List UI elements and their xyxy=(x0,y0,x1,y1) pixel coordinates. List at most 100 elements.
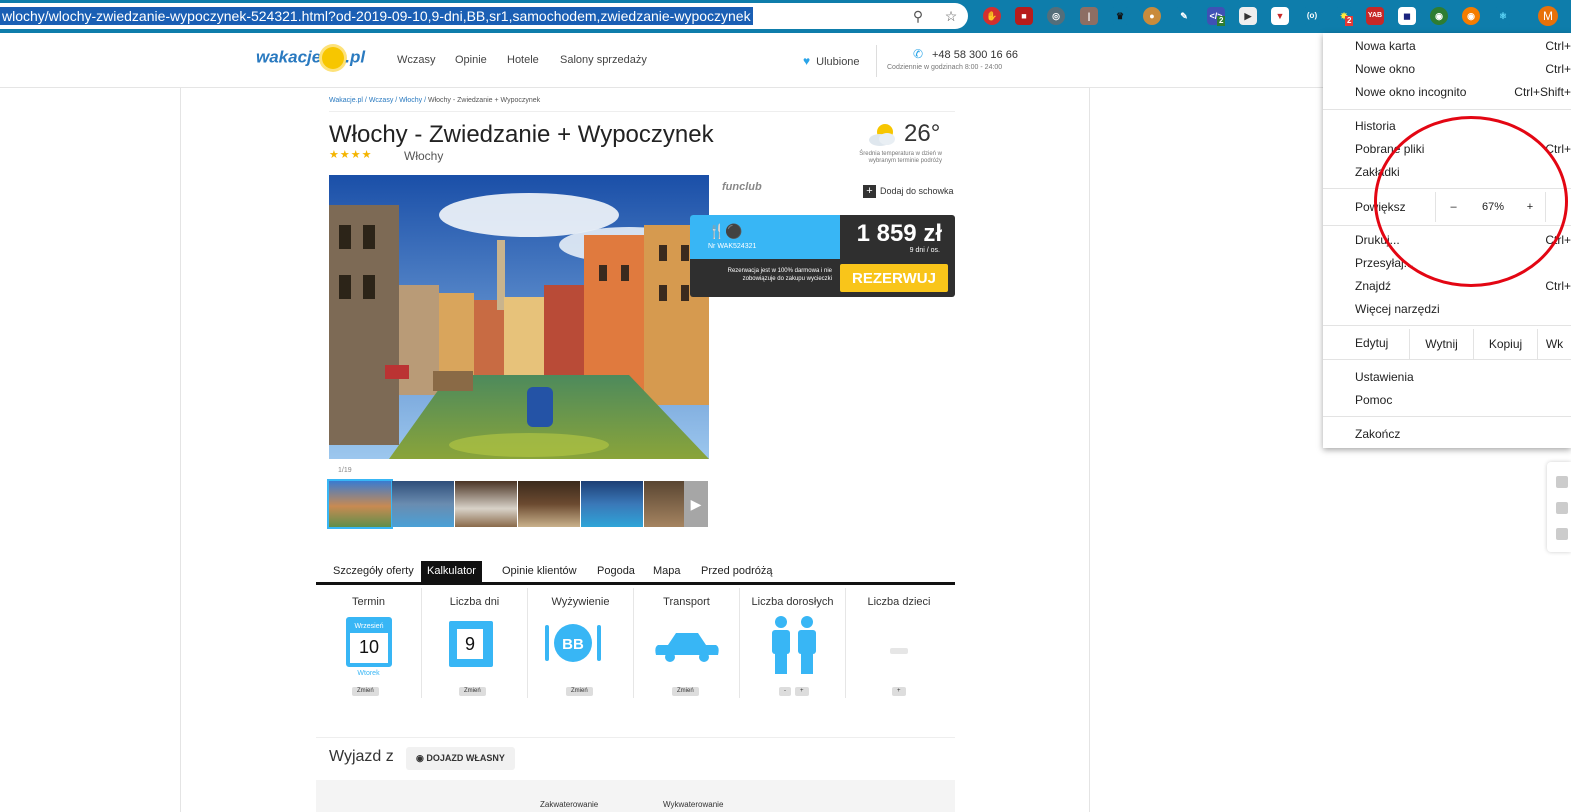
menu-cut[interactable]: Wytnij xyxy=(1409,329,1473,359)
site-logo[interactable]: wakacje .pl xyxy=(256,47,365,69)
nav-wczasy[interactable]: Wczasy xyxy=(397,54,436,66)
change-days-button[interactable]: Zmień xyxy=(459,687,486,696)
car-icon xyxy=(655,633,719,662)
extension-ow-icon[interactable]: (o) xyxy=(1303,7,1321,25)
offer-price: 1 859 zł xyxy=(856,220,942,247)
extension-square-icon[interactable]: ◼ xyxy=(1398,7,1416,25)
nav-opinie[interactable]: Opinie xyxy=(455,54,487,66)
menu-separator xyxy=(1323,359,1571,360)
nav-hotele[interactable]: Hotele xyxy=(507,54,539,66)
change-term-button[interactable]: Zmień xyxy=(352,687,379,696)
tab-calculator[interactable]: Kalkulator xyxy=(421,561,482,582)
extension-adblock-icon[interactable]: ✋ xyxy=(983,7,1001,25)
extension-shield-icon[interactable]: ▼ xyxy=(1271,7,1289,25)
chat-icon[interactable] xyxy=(1556,528,1568,540)
bookmark-star-icon[interactable]: ☆ xyxy=(943,8,959,24)
extension-react-icon[interactable]: ⚛ xyxy=(1494,7,1512,25)
menu-help[interactable]: Pomoc xyxy=(1355,393,1392,407)
departure-label: Wyjazd z xyxy=(329,748,394,765)
adults-plus-button[interactable]: + xyxy=(795,687,809,696)
thumbnail[interactable] xyxy=(581,481,643,527)
phone-number[interactable]: +48 58 300 16 66 xyxy=(932,49,1018,61)
breadcrumb-link[interactable]: Wczasy xyxy=(369,97,394,104)
browser-toolbar: wlochy/wlochy-zwiedzanie-wypoczynek-5243… xyxy=(0,0,1571,33)
menu-copy[interactable]: Kopiuj xyxy=(1473,329,1537,359)
menu-paste[interactable]: Wk xyxy=(1537,329,1571,359)
thumbnail[interactable] xyxy=(644,481,684,527)
photo-thumbnails: ▶ xyxy=(327,479,708,529)
zoom-icon[interactable]: ⚲ xyxy=(910,8,926,24)
menu-separator xyxy=(1323,416,1571,417)
shortcut: Ctrl+ xyxy=(1545,39,1571,53)
menu-more-tools[interactable]: Więcej narzędzi xyxy=(1355,302,1440,316)
extension-red-icon[interactable]: ■ xyxy=(1015,7,1033,25)
shortcut: Ctrl+ xyxy=(1545,62,1571,76)
extension-code-icon[interactable]: </> 2 xyxy=(1207,7,1226,26)
extension-chrome-icon[interactable]: ◉ xyxy=(1462,7,1480,25)
photo-counter: 1/19 xyxy=(338,467,352,474)
menu-new-window[interactable]: Nowe okno xyxy=(1355,62,1415,76)
reserve-button[interactable]: REZERWUJ xyxy=(840,264,948,292)
change-board-button[interactable]: Zmień xyxy=(566,687,593,696)
menu-new-tab[interactable]: Nowa karta xyxy=(1355,39,1416,53)
side-feedback-widget[interactable] xyxy=(1547,462,1571,552)
calendar-month: Wrzesień xyxy=(350,621,388,633)
thumbnail[interactable] xyxy=(518,481,580,527)
change-transport-button[interactable]: Zmień xyxy=(672,687,699,696)
tab-reviews[interactable]: Opinie klientów xyxy=(496,561,583,582)
nav-salony[interactable]: Salony sprzedaży xyxy=(560,54,647,66)
divider xyxy=(316,737,955,738)
departure-option-label: DOJAZD WŁASNY xyxy=(426,753,505,763)
thumbnail[interactable] xyxy=(455,481,517,527)
menu-history[interactable]: Historia xyxy=(1355,119,1396,133)
menu-incognito[interactable]: Nowe okno incognito xyxy=(1355,85,1466,99)
widget-icon[interactable] xyxy=(1556,476,1568,488)
breadcrumb-link[interactable]: Włochy xyxy=(399,97,422,104)
address-bar[interactable]: wlochy/wlochy-zwiedzanie-wypoczynek-5243… xyxy=(0,3,968,29)
extension-tag-icon[interactable]: ▶ xyxy=(1239,7,1257,25)
offer-main-photo[interactable] xyxy=(329,175,709,459)
phone-icon: ✆ xyxy=(913,47,924,61)
extension-yab-icon[interactable]: YAB xyxy=(1366,7,1384,25)
tab-details[interactable]: Szczegóły oferty xyxy=(327,561,420,582)
add-to-clipboard-button[interactable]: + Dodaj do schowka xyxy=(863,185,954,198)
departure-option[interactable]: ◉ DOJAZD WŁASNY xyxy=(406,747,515,770)
breadcrumb-link[interactable]: Wakacje.pl xyxy=(329,97,363,104)
calc-label: Transport xyxy=(663,596,710,608)
children-plus-button[interactable]: + xyxy=(892,687,906,696)
tab-map[interactable]: Mapa xyxy=(647,561,687,582)
adults-minus-button[interactable]: - xyxy=(779,687,791,696)
extension-pen-icon[interactable]: ✎ xyxy=(1175,7,1193,25)
calc-label: Termin xyxy=(351,596,385,608)
menu-find[interactable]: Znajdź xyxy=(1355,279,1391,293)
calc-label: Liczba dzieci xyxy=(867,596,931,608)
plus-icon: + xyxy=(863,185,876,198)
favorites-label: Ulubione xyxy=(816,56,860,68)
extension-bulb-icon[interactable]: ✸ 2 xyxy=(1335,7,1354,26)
thumbnail[interactable] xyxy=(392,481,454,527)
board-value: BB xyxy=(562,636,584,653)
extension-bracket-icon[interactable]: | xyxy=(1080,7,1098,25)
extension-figure-icon[interactable]: ♛ xyxy=(1111,7,1129,25)
extension-cookie-icon[interactable]: ● xyxy=(1143,7,1161,25)
thumbnail[interactable] xyxy=(327,479,393,529)
two-adults-icon xyxy=(772,616,816,674)
price-unit: 9 dni / os. xyxy=(909,247,940,254)
tab-weather[interactable]: Pogoda xyxy=(591,561,641,582)
favorites-link[interactable]: ♥ Ulubione xyxy=(803,54,860,68)
tab-before-travel[interactable]: Przed podróżą xyxy=(695,561,779,582)
calc-label: Liczba dorosłych xyxy=(751,596,834,608)
days-stack-icon: 9 xyxy=(449,621,493,667)
extension-globe-icon[interactable]: ◉ xyxy=(1430,7,1448,25)
thumbnails-next-arrow-icon[interactable]: ▶ xyxy=(684,481,708,527)
breadcrumb-current: Włochy - Zwiedzanie + Wypoczynek xyxy=(427,97,541,104)
calc-days: Liczba dni 9 Zmień xyxy=(422,588,528,698)
add-to-clipboard-label: Dodaj do schowka xyxy=(880,185,954,196)
menu-exit[interactable]: Zakończ xyxy=(1355,427,1400,441)
profile-avatar[interactable]: M xyxy=(1538,6,1558,26)
extension-target-icon[interactable]: ◎ xyxy=(1047,7,1065,25)
url-text[interactable]: wlochy/wlochy-zwiedzanie-wypoczynek-5243… xyxy=(0,7,753,25)
menu-settings[interactable]: Ustawienia xyxy=(1355,370,1414,384)
widget-icon[interactable] xyxy=(1556,502,1568,514)
temperature-value: 26° xyxy=(904,120,941,147)
